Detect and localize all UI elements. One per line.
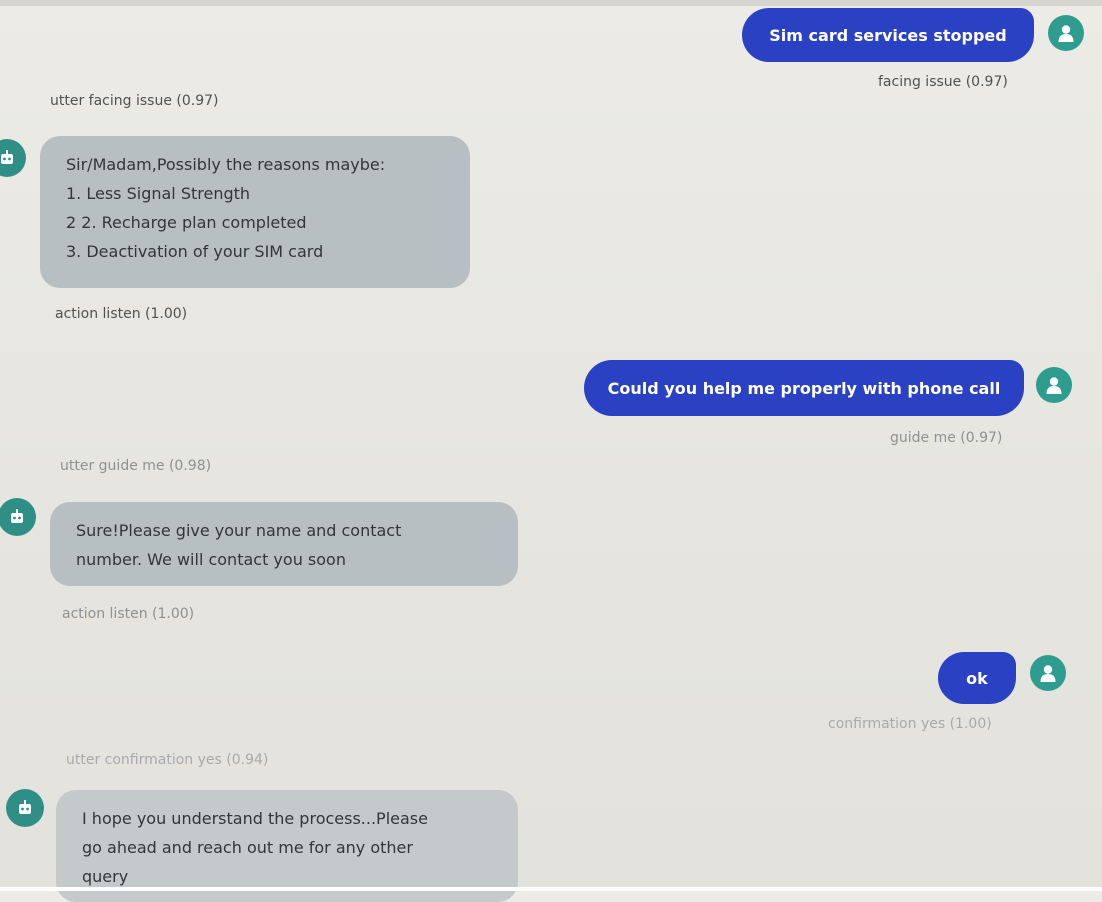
bot-message-bubble: Sure!Please give your name and contact n…: [50, 502, 518, 586]
person-icon: [1046, 377, 1062, 394]
robot-icon: [1, 150, 13, 164]
user-message-bubble: Could you help me properly with phone ca…: [584, 360, 1024, 416]
action-label: utter guide me (0.98): [60, 458, 212, 474]
message-line: 3. Deactivation of your SIM card: [66, 242, 324, 261]
message-line: 1. Less Signal Strength: [66, 184, 251, 203]
photo-edge: [0, 0, 1102, 6]
message-line: go ahead and reach out me for any other: [82, 838, 413, 857]
robot-icon: [11, 509, 23, 523]
photo-edge: [0, 887, 1102, 891]
action-label: action listen (1.00): [55, 306, 188, 322]
intent-label: guide me (0.97): [890, 430, 1003, 446]
message-line: number. We will contact you soon: [76, 550, 346, 569]
action-label: utter confirmation yes (0.94): [66, 752, 269, 768]
message-line: Sure!Please give your name and contact: [76, 521, 402, 540]
user-avatar: [1036, 367, 1072, 403]
person-icon: [1058, 25, 1074, 42]
user-message-bubble: ok: [938, 652, 1016, 704]
intent-label: confirmation yes (1.00): [828, 716, 992, 732]
robot-icon: [19, 800, 31, 814]
action-label: action listen (1.00): [62, 606, 195, 622]
person-icon: [1040, 665, 1056, 682]
bot-avatar: [0, 139, 26, 177]
bot-avatar: [6, 789, 44, 827]
message-line: Sir/Madam,Possibly the reasons maybe:: [66, 155, 386, 174]
user-message-bubble: Sim card services stopped: [742, 8, 1034, 62]
intent-label: facing issue (0.97): [878, 74, 1008, 90]
message-line: I hope you understand the process...Plea…: [82, 809, 428, 828]
action-label: utter facing issue (0.97): [50, 93, 219, 109]
bot-message-bubble: I hope you understand the process...Plea…: [56, 790, 518, 902]
user-avatar: [1030, 655, 1066, 691]
user-avatar: [1048, 15, 1084, 51]
bot-message-bubble: Sir/Madam,Possibly the reasons maybe: 1.…: [40, 136, 470, 288]
bot-avatar: [0, 498, 36, 536]
message-line: 2 2. Recharge plan completed: [66, 213, 307, 232]
